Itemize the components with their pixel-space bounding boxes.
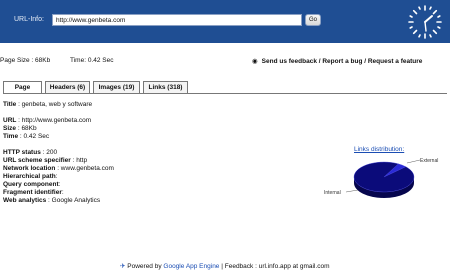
load-time-text: Time: 0.42 Sec (70, 57, 114, 64)
url-input[interactable] (52, 14, 302, 26)
app-engine-icon: ✈ (120, 263, 126, 270)
network-label: Network location (3, 165, 56, 172)
query-value: : (58, 181, 61, 188)
size-row: Size : 68Kb (3, 125, 37, 132)
url-row: URL : http://www.genbeta.com (3, 117, 91, 124)
radio-bullet-icon: ◉ (252, 58, 258, 65)
analytics-label: Web analytics (3, 197, 47, 204)
query-label: Query component (3, 181, 59, 188)
pie-leader-external (406, 159, 421, 164)
http-status-label: HTTP status (3, 149, 41, 156)
time-value: : 0.42 Sec (19, 133, 50, 140)
url-field-value: : http://www.genbeta.com (18, 117, 92, 124)
footer: ✈ Powered by Google App Engine | Feedbac… (120, 262, 330, 270)
pie-label-internal: Internal (324, 190, 341, 196)
http-status-row: HTTP status : 200 (3, 149, 57, 156)
tab-images[interactable]: Images (19) (93, 81, 140, 93)
title-label: Title (3, 101, 17, 108)
network-value: : www.genbeta.com (57, 165, 114, 172)
feedback-link[interactable]: ◉ Send us feedback / Report a bug / Reque… (252, 57, 422, 65)
go-button[interactable]: Go (305, 14, 321, 26)
tab-headers[interactable]: Headers (6) (45, 81, 90, 93)
time-label: Time (3, 133, 19, 140)
path-row: Hierarchical path: (3, 173, 58, 180)
network-row: Network location : www.genbeta.com (3, 165, 114, 172)
tab-links[interactable]: Links (318) (143, 81, 188, 93)
tab-divider (3, 93, 447, 94)
clock-icon (408, 5, 442, 39)
footer-feedback-text: | Feedback : url.info.app at gmail.com (221, 263, 330, 270)
path-label: Hierarchical path (3, 173, 56, 180)
powered-by-text: Powered by (127, 263, 162, 270)
pie-leader-internal (345, 189, 359, 193)
feedback-label: Send us feedback / Report a bug / Reques… (261, 58, 423, 65)
header-bar: URL-Info: Go (0, 0, 450, 43)
analytics-value: : Google Analytics (48, 197, 101, 204)
scheme-row: URL scheme specifier : http (3, 157, 87, 164)
http-status-value: : 200 (42, 149, 58, 156)
size-value: : 68Kb (17, 125, 37, 132)
scheme-value: : http (72, 157, 88, 164)
size-label: Size (3, 125, 17, 132)
fragment-value: : (61, 189, 64, 196)
fragment-label: Fragment identifier (3, 189, 62, 196)
time-row: Time : 0.42 Sec (3, 133, 49, 140)
pie-label-external: External (420, 158, 438, 164)
query-row: Query component: (3, 181, 60, 188)
title-row: Title : genbeta, web y software (3, 101, 92, 108)
page-size-text: Page Size : 68Kb (0, 57, 51, 64)
app-engine-link[interactable]: Google App Engine (163, 263, 219, 270)
info-bar: Page Size : 68Kb Time: 0.42 Sec ◉ Send us… (0, 55, 450, 67)
title-value: : genbeta, web y software (18, 101, 93, 108)
analytics-row: Web analytics : Google Analytics (3, 197, 100, 204)
fragment-row: Fragment identifier: (3, 189, 64, 196)
scheme-label: URL scheme specifier (3, 157, 71, 164)
path-value: : (55, 173, 58, 180)
url-label: URL-Info: (14, 16, 44, 23)
url-field-label: URL (3, 117, 17, 124)
links-distribution-chart: External Internal (324, 158, 438, 198)
